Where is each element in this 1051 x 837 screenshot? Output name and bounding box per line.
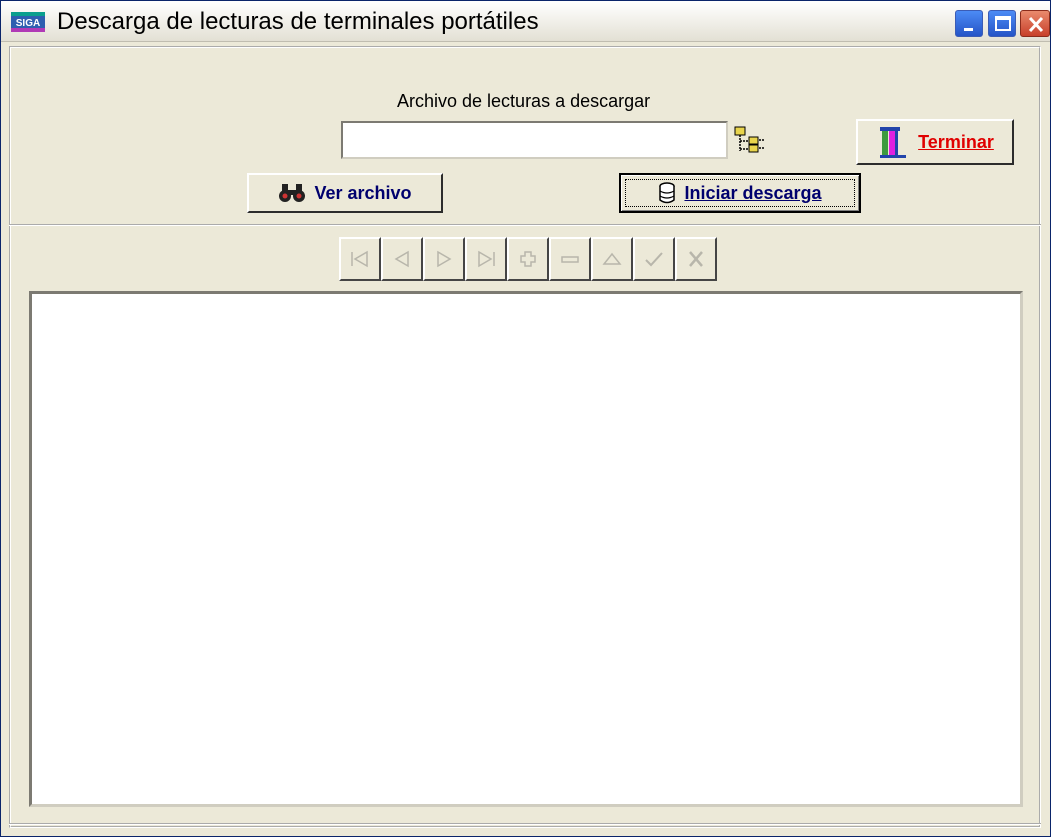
minimize-button[interactable]: [955, 10, 983, 37]
folder-tree-icon: [734, 126, 765, 153]
nav-prior-button[interactable]: [381, 237, 423, 281]
next-icon: [437, 250, 452, 268]
main-window: SIGA Descarga de lecturas de terminales …: [0, 0, 1051, 837]
edit-icon: [602, 252, 622, 265]
svg-text:SIGA: SIGA: [16, 18, 40, 29]
nav-insert-button[interactable]: [507, 237, 549, 281]
browse-button[interactable]: [733, 125, 767, 155]
ver-archivo-label: Ver archivo: [314, 182, 412, 203]
nav-first-button[interactable]: [339, 237, 381, 281]
terminar-label: Terminar: [918, 131, 994, 152]
file-label: Archivo de lecturas a descargar: [397, 91, 651, 111]
terminar-button[interactable]: Terminar: [856, 119, 1014, 165]
prior-icon: [394, 250, 409, 268]
maximize-button[interactable]: [988, 10, 1016, 37]
title-bar[interactable]: SIGA Descarga de lecturas de terminales …: [1, 1, 1050, 42]
post-icon: [645, 252, 663, 267]
nav-next-button[interactable]: [423, 237, 465, 281]
app-logo-icon: SIGA: [11, 12, 45, 32]
insert-icon: [520, 251, 536, 267]
nav-delete-button[interactable]: [549, 237, 591, 281]
binoculars-icon: [279, 184, 306, 202]
nav-edit-button[interactable]: [591, 237, 633, 281]
iniciar-descarga-button[interactable]: Iniciar descarga: [619, 173, 861, 213]
door-exit-icon: [880, 127, 907, 158]
last-icon: [478, 250, 495, 268]
record-navigator: [339, 237, 717, 281]
bottom-divider: [9, 823, 1041, 825]
nav-cancel-button[interactable]: [675, 237, 717, 281]
cancel-icon: [689, 251, 703, 267]
nav-last-button[interactable]: [465, 237, 507, 281]
maximize-icon: [995, 16, 1011, 31]
file-path-input[interactable]: [341, 121, 728, 159]
window-title: Descarga de lecturas de terminales portá…: [57, 8, 539, 35]
ver-archivo-button[interactable]: Ver archivo: [247, 173, 443, 213]
focus-rectangle: [625, 179, 855, 207]
first-icon: [351, 250, 368, 268]
minimize-icon: [964, 28, 973, 31]
delete-icon: [561, 256, 579, 263]
nav-post-button[interactable]: [633, 237, 675, 281]
readings-grid[interactable]: [29, 291, 1023, 807]
close-icon: [1028, 16, 1044, 33]
close-button[interactable]: [1020, 10, 1050, 37]
